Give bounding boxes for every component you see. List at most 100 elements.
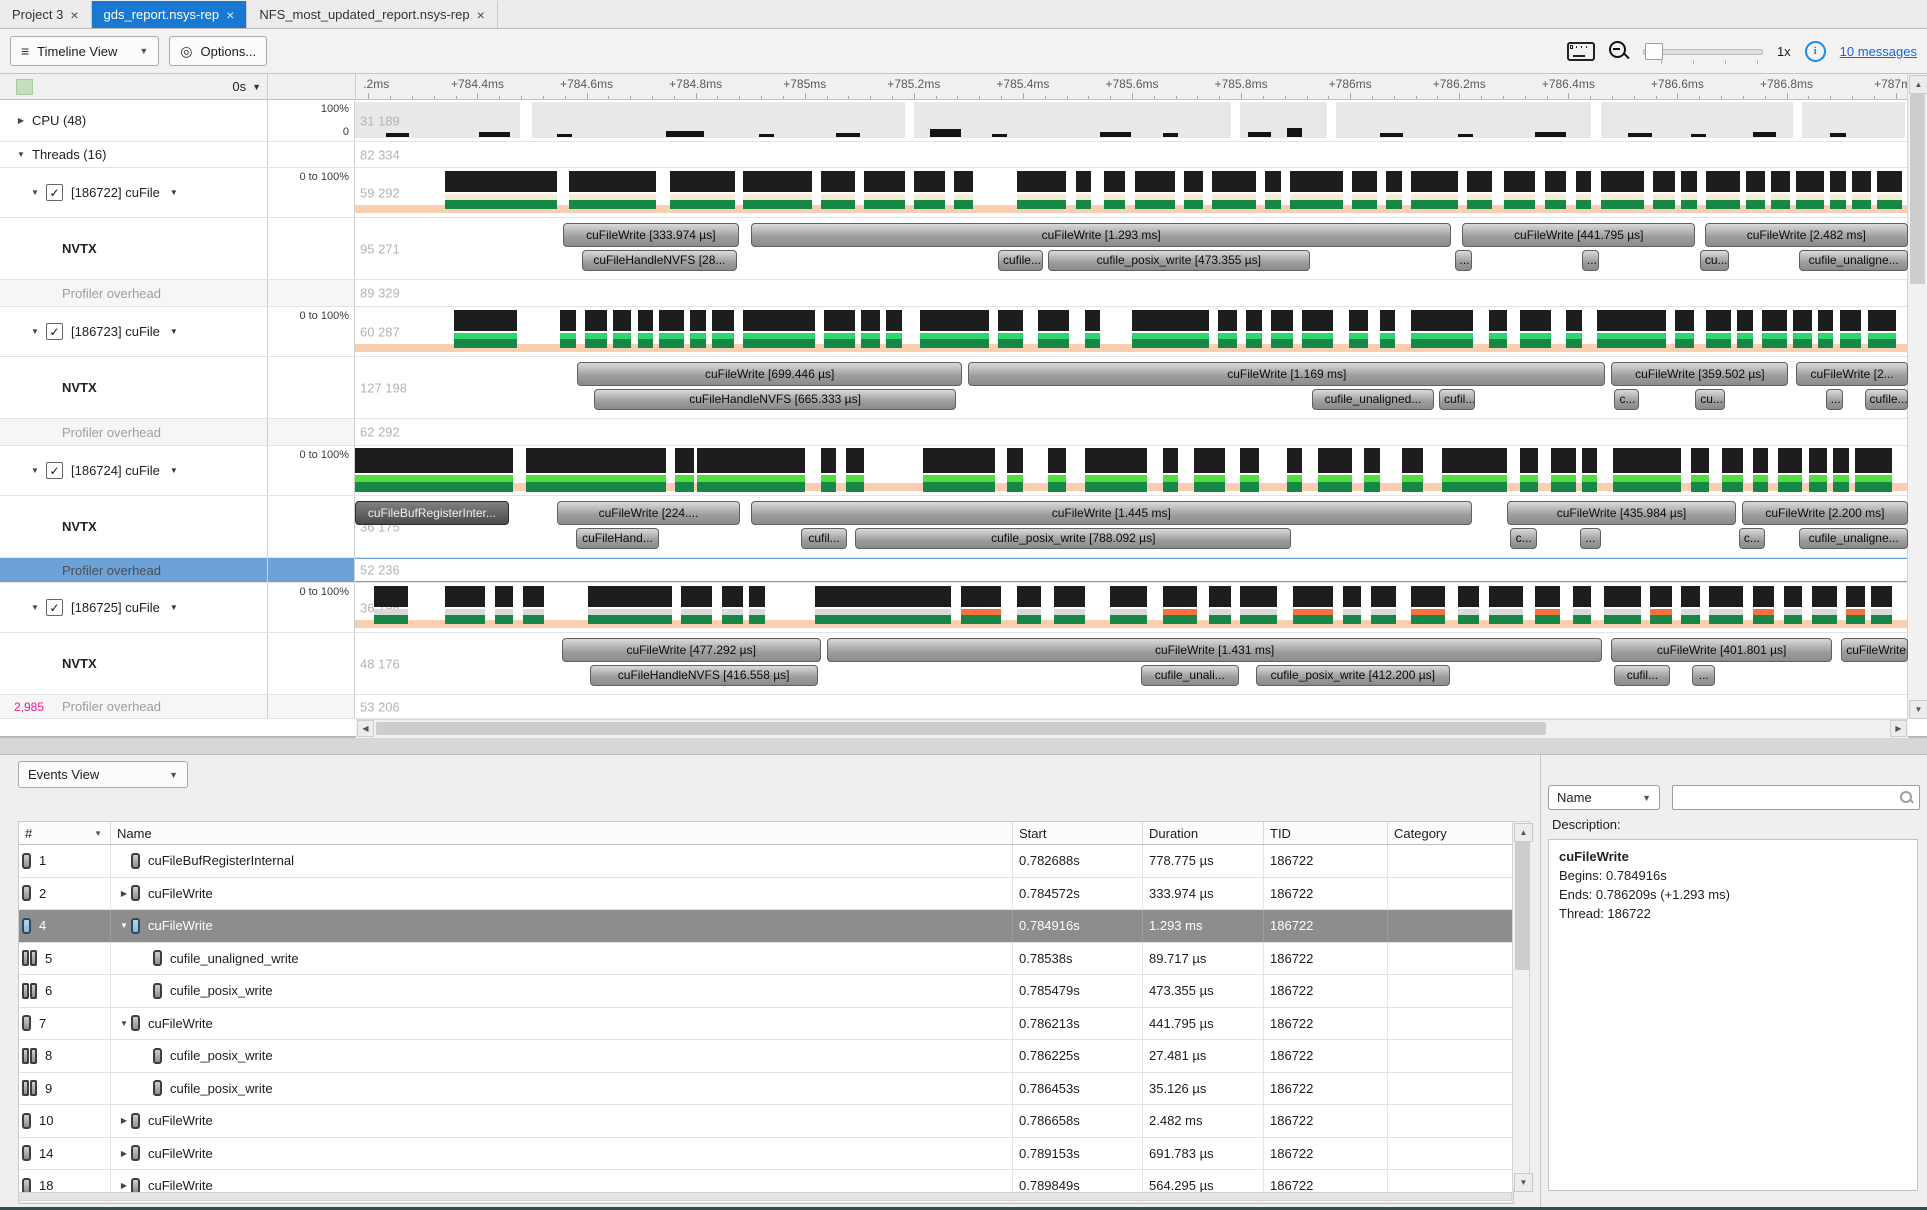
row-track[interactable]: 60 287 <box>355 307 1908 356</box>
nvtx-range-cufile-unaligne[interactable]: cufile_unaligne... <box>1799 528 1908 549</box>
nvtx-range-cufil[interactable]: cufil... <box>1439 389 1475 410</box>
close-icon[interactable]: × <box>70 8 78 22</box>
zoom-out-icon[interactable] <box>1609 41 1629 61</box>
timeline-vscrollbar[interactable]: ▲ ▼ <box>1907 74 1927 718</box>
column-header-start[interactable]: Start <box>1013 822 1143 844</box>
row-label-profiler-overhead[interactable]: 2,985Profiler overhead <box>0 695 268 718</box>
expander-right-icon[interactable]: ▶ <box>117 1181 131 1190</box>
keyboard-shortcuts-icon[interactable] <box>1567 42 1595 61</box>
nvtx-range-cu[interactable]: cu... <box>1695 389 1725 410</box>
tab-nfs-most-updated-report-nsys-rep[interactable]: NFS_most_updated_report.nsys-rep× <box>247 1 497 28</box>
nvtx-range-cufilewrite-2-200-ms[interactable]: cuFileWrite [2.200 ms] <box>1742 501 1908 525</box>
row-track[interactable]: 36 175cuFileBufRegisterInter...cuFileWri… <box>355 496 1908 557</box>
row-track[interactable]: 82 334 <box>355 142 1908 167</box>
event-row-6[interactable]: 6cufile_posix_write0.785479s473.355 µs18… <box>19 975 1513 1008</box>
nvtx-range-cufilebufregisterinter[interactable]: cuFileBufRegisterInter... <box>355 501 509 525</box>
row-label-186723-cufile[interactable]: ▼✓[186723] cuFile▼ <box>0 307 268 356</box>
row-checkbox[interactable]: ✓ <box>46 323 63 340</box>
close-icon[interactable]: × <box>477 8 485 22</box>
row-track[interactable]: 59 292 <box>355 168 1908 217</box>
row-checkbox[interactable]: ✓ <box>46 462 63 479</box>
chevron-right-icon[interactable]: ▶ <box>16 116 26 125</box>
row-track[interactable]: 89 329 <box>355 280 1908 306</box>
row-label-186725-cufile[interactable]: ▼✓[186725] cuFile▼ <box>0 583 268 632</box>
scroll-up-icon[interactable]: ▲ <box>1514 823 1533 842</box>
scroll-left-icon[interactable]: ◀ <box>357 720 374 737</box>
nvtx-range-cufilehandlenvfs-665-333-s[interactable]: cuFileHandleNVFS [665.333 µs] <box>594 389 956 410</box>
event-row-2[interactable]: 2▶cuFileWrite0.784572s333.974 µs186722 <box>19 878 1513 911</box>
panel-splitter[interactable] <box>0 737 1927 755</box>
nvtx-range-cufilewrite-477-292-s[interactable]: cuFileWrite [477.292 µs] <box>562 638 821 662</box>
scroll-down-icon[interactable]: ▼ <box>1514 1173 1533 1192</box>
row-label-nvtx[interactable]: NVTX <box>0 357 268 418</box>
nvtx-range-cufilewrite-224[interactable]: cuFileWrite [224.... <box>557 501 740 525</box>
nvtx-range-cufilewrite-359-502-s[interactable]: cuFileWrite [359.502 µs] <box>1611 362 1788 386</box>
nvtx-range-[interactable]: ... <box>1582 250 1599 271</box>
nvtx-range-[interactable]: ... <box>1826 389 1843 410</box>
row-label-nvtx[interactable]: NVTX <box>0 496 268 557</box>
event-row-9[interactable]: 9cufile_posix_write0.786453s35.126 µs186… <box>19 1073 1513 1106</box>
events-view-dropdown[interactable]: Events View ▼ <box>18 761 188 788</box>
nvtx-range-cufile-posix-write-412-200-s[interactable]: cufile_posix_write [412.200 µs] <box>1256 665 1450 686</box>
event-row-7[interactable]: 7▼cuFileWrite0.786213s441.795 µs186722 <box>19 1008 1513 1041</box>
row-label-profiler-overhead[interactable]: Profiler overhead <box>0 419 268 445</box>
nvtx-range-[interactable]: ... <box>1455 250 1472 271</box>
nvtx-range-cufilewrite[interactable]: cuFileWrite... <box>1841 638 1908 662</box>
timeline-hscrollbar[interactable]: ◀ ▶ <box>356 719 1908 738</box>
info-icon[interactable]: i <box>1805 41 1826 62</box>
event-row-4[interactable]: 4▼cuFileWrite0.784916s1.293 ms186722 <box>19 910 1513 943</box>
nvtx-range-cufile[interactable]: cufile... <box>998 250 1043 271</box>
chevron-down-icon[interactable]: ▼ <box>170 466 178 475</box>
row-track[interactable]: 95 271cuFileWrite [333.974 µs]cuFileWrit… <box>355 218 1908 279</box>
event-row-10[interactable]: 10▶cuFileWrite0.786658s2.482 ms186722 <box>19 1105 1513 1138</box>
nvtx-range-cufile-unali[interactable]: cufile_unali... <box>1141 665 1239 686</box>
chevron-down-icon[interactable]: ▼ <box>16 150 26 159</box>
nvtx-range-cufilewrite-2[interactable]: cuFileWrite [2... <box>1796 362 1908 386</box>
expander-right-icon[interactable]: ▶ <box>117 889 131 898</box>
row-track[interactable] <box>355 446 1908 495</box>
row-label-nvtx[interactable]: NVTX <box>0 218 268 279</box>
events-hscrollbar[interactable] <box>18 1192 1512 1201</box>
row-label-186724-cufile[interactable]: ▼✓[186724] cuFile▼ <box>0 446 268 495</box>
close-icon[interactable]: × <box>226 8 234 22</box>
nvtx-range-cufilewrite-435-984-s[interactable]: cuFileWrite [435.984 µs] <box>1507 501 1735 525</box>
timeline-origin-cell[interactable]: 0s ▼ <box>0 74 268 99</box>
nvtx-range-c[interactable]: c... <box>1510 528 1536 549</box>
event-row-1[interactable]: 1cuFileBufRegisterInternal0.782688s778.7… <box>19 845 1513 878</box>
tab-gds-report-nsys-rep[interactable]: gds_report.nsys-rep× <box>92 1 248 28</box>
event-row-5[interactable]: 5cufile_unaligned_write0.78538s89.717 µs… <box>19 943 1513 976</box>
column-header-tid[interactable]: TID <box>1264 822 1388 844</box>
event-row-8[interactable]: 8cufile_posix_write0.786225s27.481 µs186… <box>19 1040 1513 1073</box>
hscroll-thumb[interactable] <box>376 722 1546 735</box>
timeline-ruler[interactable]: .2ms+784.4ms+784.6ms+784.8ms+785ms+785.2… <box>356 74 1908 99</box>
nvtx-range-cufilewrite-1-169-ms[interactable]: cuFileWrite [1.169 ms] <box>968 362 1605 386</box>
event-row-14[interactable]: 14▶cuFileWrite0.789153s691.783 µs186722 <box>19 1138 1513 1171</box>
row-track[interactable]: 31 189 <box>355 100 1908 141</box>
row-track[interactable]: 36 196 <box>355 583 1908 632</box>
scroll-right-icon[interactable]: ▶ <box>1890 720 1907 737</box>
nvtx-range-cufil[interactable]: cufil... <box>1614 665 1670 686</box>
column-header-duration[interactable]: Duration <box>1143 822 1264 844</box>
options-button[interactable]: ◎ Options... <box>169 36 267 66</box>
nvtx-range-cufilewrite-2-482-ms[interactable]: cuFileWrite [2.482 ms] <box>1705 223 1908 247</box>
nvtx-range-cufile-unaligned[interactable]: cufile_unaligned... <box>1312 389 1435 410</box>
scroll-down-icon[interactable]: ▼ <box>1909 700 1927 719</box>
nvtx-range-cufile-posix-write-788-092-s[interactable]: cufile_posix_write [788.092 µs] <box>855 528 1291 549</box>
chevron-down-icon[interactable]: ▼ <box>170 603 178 612</box>
row-label-nvtx[interactable]: NVTX <box>0 633 268 694</box>
chevron-down-icon[interactable]: ▼ <box>170 188 178 197</box>
row-track[interactable]: 53 206 <box>355 695 1908 718</box>
column-header-category[interactable]: Category <box>1388 822 1513 844</box>
nvtx-range-cufilewrite-1-445-ms[interactable]: cuFileWrite [1.445 ms] <box>751 501 1472 525</box>
nvtx-range-cu[interactable]: cu... <box>1700 250 1730 271</box>
nvtx-range-[interactable]: ... <box>1692 665 1715 686</box>
expander-down-icon[interactable]: ▼ <box>117 1019 131 1028</box>
scroll-up-icon[interactable]: ▲ <box>1909 75 1927 94</box>
nvtx-range-cufilehandlenvfs-416-558-s[interactable]: cuFileHandleNVFS [416.558 µs] <box>590 665 818 686</box>
nvtx-range-cufilehand[interactable]: cuFileHand... <box>576 528 660 549</box>
row-label-profiler-overhead[interactable]: Profiler overhead <box>0 558 268 582</box>
row-track[interactable]: 52 236 <box>355 558 1908 582</box>
row-track[interactable]: 48 176cuFileWrite [477.292 µs]cuFileWrit… <box>355 633 1908 694</box>
row-label-cpu-48[interactable]: ▶CPU (48) <box>0 100 268 141</box>
zoom-slider[interactable] <box>1643 41 1763 61</box>
